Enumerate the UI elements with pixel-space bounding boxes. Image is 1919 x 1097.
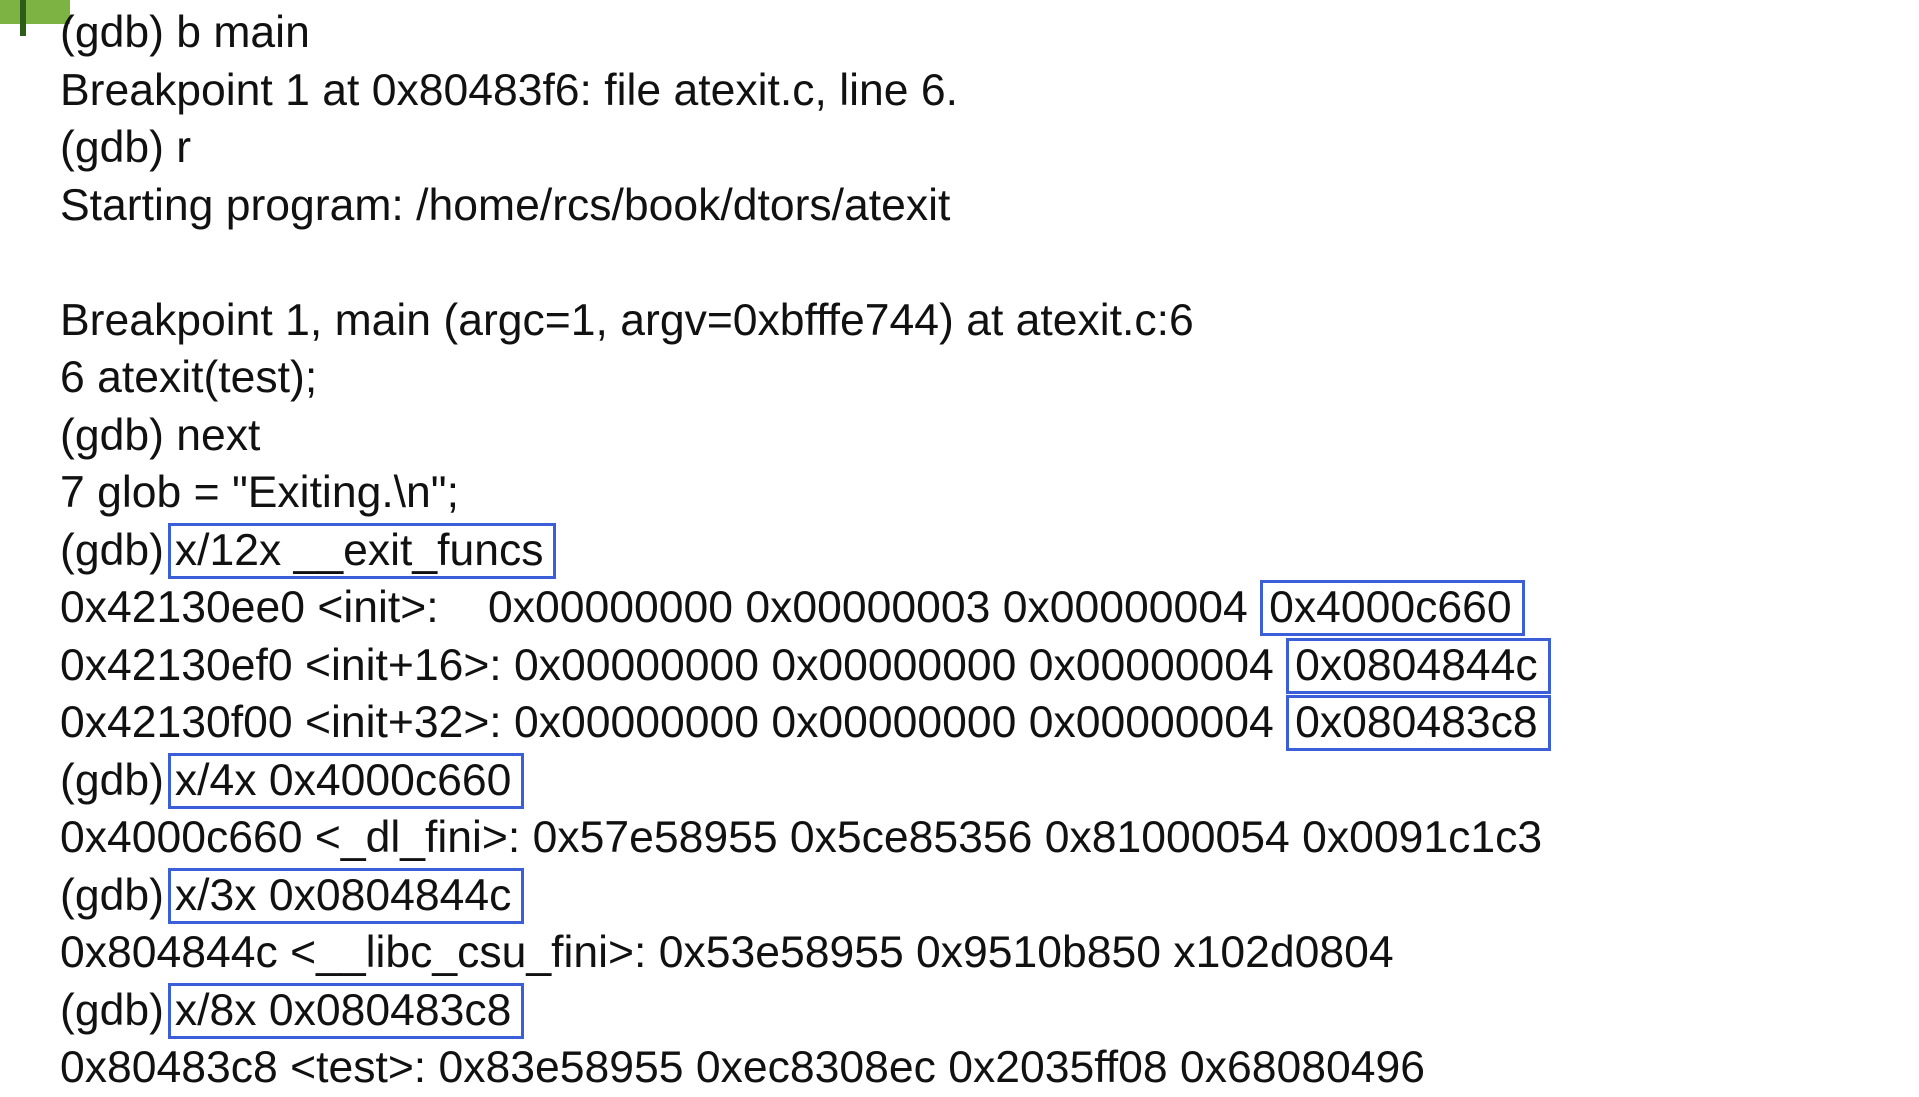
terminal-line: Breakpoint 1, main (argc=1, argv=0xbfffe… <box>60 295 1194 345</box>
highlighted-command: x/3x 0x0804844c <box>167 867 525 924</box>
gdb-prompt: (gdb) <box>60 525 164 575</box>
gdb-prompt: (gdb) <box>60 870 164 920</box>
terminal-line: 0x42130ef0 <init+16>: 0x00000000 0x00000… <box>60 637 1551 695</box>
gdb-prompt: (gdb) <box>60 985 164 1035</box>
gdb-prompt: (gdb) <box>60 755 164 805</box>
terminal-line: 0x42130f00 <init+32>: 0x00000000 0x00000… <box>60 694 1551 752</box>
terminal-line: (gdb) x/4x 0x4000c660 <box>60 752 1551 810</box>
highlighted-address: 0x080483c8 <box>1286 695 1551 751</box>
memory-dump-text: 0x42130f00 <init+32>: 0x00000000 0x00000… <box>60 698 1287 747</box>
terminal-line: 7 glob = "Exiting.\n"; <box>60 468 459 517</box>
terminal-line: (gdb) x/3x 0x0804844c <box>60 867 1551 925</box>
terminal-line: 6 atexit(test); <box>60 353 318 402</box>
terminal-line: 0x4000c660 <_dl_fini>: 0x57e58955 0x5ce8… <box>60 813 1543 862</box>
terminal-line: 0x804844c <__libc_csu_fini>: 0x53e58955 … <box>60 928 1394 977</box>
highlighted-command: x/12x __exit_funcs <box>167 522 557 579</box>
terminal-line: (gdb) x/8x 0x080483c8 <box>60 982 1551 1040</box>
highlighted-address: 0x4000c660 <box>1260 580 1525 636</box>
gdb-session-transcript: (gdb) b main Breakpoint 1 at 0x80483f6: f… <box>60 4 1551 1097</box>
highlighted-command: x/4x 0x4000c660 <box>167 752 525 809</box>
terminal-line: 0x42130ee0 <init>: 0x00000000 0x00000003… <box>60 579 1551 637</box>
terminal-line: 0x80483c8 <test>: 0x83e58955 0xec8308ec … <box>60 1043 1426 1092</box>
terminal-line: (gdb) r <box>60 123 192 172</box>
memory-dump-text: 0x42130ee0 <init>: 0x00000000 0x00000003… <box>60 583 1261 632</box>
terminal-line: (gdb) x/12x __exit_funcs <box>60 522 1551 580</box>
terminal-line: (gdb) next <box>60 410 261 460</box>
highlighted-command: x/8x 0x080483c8 <box>167 982 525 1039</box>
terminal-line: Starting program: /home/rcs/book/dtors/a… <box>60 180 951 230</box>
terminal-line: (gdb) b main <box>60 8 310 57</box>
memory-dump-text: 0x42130ef0 <init+16>: 0x00000000 0x00000… <box>60 640 1287 690</box>
terminal-line: Breakpoint 1 at 0x80483f6: file atexit.c… <box>60 65 958 115</box>
highlighted-address: 0x0804844c <box>1286 637 1551 694</box>
slide-corner-tick <box>20 0 26 36</box>
